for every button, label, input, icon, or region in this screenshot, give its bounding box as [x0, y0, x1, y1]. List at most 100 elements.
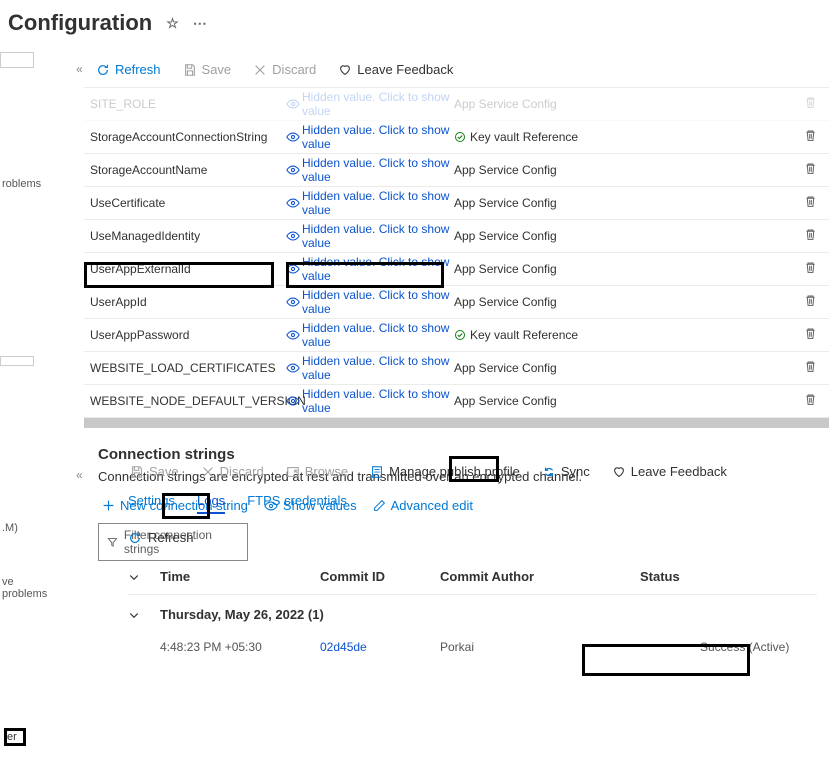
- setting-row[interactable]: UserAppIdHidden value. Click to show val…: [84, 286, 829, 319]
- commit-id-column-header[interactable]: Commit ID: [320, 569, 440, 584]
- browse-icon: [286, 465, 300, 479]
- log-time: 4:48:23 PM +05:30: [160, 640, 320, 654]
- deploy-toolbar: Save Discard Browse Manage publish profi…: [84, 454, 829, 489]
- log-status: Success (Active): [640, 640, 817, 654]
- hidden-value-link[interactable]: Hidden value. Click to show value: [302, 222, 454, 250]
- setting-row[interactable]: WEBSITE_LOAD_CERTIFICATES Hidden value. C…: [84, 352, 829, 385]
- setting-name: UserAppExternalId: [86, 262, 286, 276]
- discard-icon: [253, 63, 267, 77]
- setting-row[interactable]: WEBSITE_NODE_DEFAULT_VERSION Hidden value…: [84, 385, 829, 418]
- hidden-value-link[interactable]: Hidden value. Click to show value: [302, 156, 454, 184]
- manage-publish-profile-button[interactable]: Manage publish profile: [362, 460, 528, 483]
- setting-row[interactable]: SITE_ROLEHidden value. Click to show val…: [84, 88, 829, 121]
- hidden-value-link[interactable]: Hidden value. Click to show value: [302, 354, 454, 382]
- setting-name: UseCertificate: [86, 196, 286, 210]
- commit-author-column-header[interactable]: Commit Author: [440, 569, 640, 584]
- eye-icon[interactable]: [286, 361, 300, 375]
- eye-icon[interactable]: [286, 97, 300, 111]
- sidebar-item[interactable]: .M): [0, 522, 38, 534]
- left-sidebar-fragment: roblems .M) ve problems: [0, 52, 38, 772]
- sync-icon: [542, 465, 556, 479]
- setting-source: App Service Config: [454, 394, 774, 408]
- setting-row[interactable]: UserAppPasswordHidden value. Click to sh…: [84, 319, 829, 352]
- expand-column-header[interactable]: [128, 571, 160, 583]
- delete-icon[interactable]: [804, 360, 817, 373]
- delete-icon[interactable]: [804, 195, 817, 208]
- setting-source: Key vault Reference: [454, 328, 774, 342]
- leave-feedback-button[interactable]: Leave Feedback: [330, 58, 461, 81]
- browse-button: Browse: [278, 460, 356, 483]
- collapse-left-icon[interactable]: «: [70, 464, 89, 486]
- delete-icon[interactable]: [804, 393, 817, 406]
- delete-icon[interactable]: [804, 261, 817, 274]
- setting-source: App Service Config: [454, 229, 774, 243]
- log-commit-id[interactable]: 02d45de: [320, 640, 440, 654]
- sidebar-stub-box: [0, 356, 34, 366]
- setting-row[interactable]: UserAppExternalId Hidden value. Click to …: [84, 253, 829, 286]
- page-title: Configuration: [8, 10, 152, 36]
- eye-icon[interactable]: [286, 130, 300, 144]
- delete-icon[interactable]: [804, 228, 817, 241]
- hidden-value-link[interactable]: Hidden value. Click to show value: [302, 90, 454, 118]
- sidebar-bottom-item[interactable]: er: [4, 728, 26, 746]
- delete-icon[interactable]: [804, 327, 817, 340]
- sidebar-item[interactable]: roblems: [0, 178, 38, 190]
- chevron-down-icon: [128, 571, 140, 583]
- setting-name: StorageAccountName: [86, 163, 286, 177]
- setting-source: App Service Config: [454, 196, 774, 210]
- setting-name: WEBSITE_NODE_DEFAULT_VERSION: [86, 394, 286, 408]
- tab-logs[interactable]: Logs: [197, 493, 225, 514]
- hidden-value-link[interactable]: Hidden value. Click to show value: [302, 123, 454, 151]
- eye-icon[interactable]: [286, 295, 300, 309]
- scrollbar-track[interactable]: [84, 418, 829, 428]
- eye-icon[interactable]: [286, 328, 300, 342]
- eye-icon[interactable]: [286, 163, 300, 177]
- save-button: Save: [175, 58, 240, 81]
- leave-feedback-button[interactable]: Leave Feedback: [604, 460, 735, 483]
- save-icon: [130, 465, 144, 479]
- sidebar-item[interactable]: ve problems: [0, 576, 38, 600]
- hidden-value-link[interactable]: Hidden value. Click to show value: [302, 321, 454, 349]
- time-column-header[interactable]: Time: [160, 569, 320, 584]
- check-icon: [454, 131, 466, 143]
- hidden-value-link[interactable]: Hidden value. Click to show value: [302, 387, 454, 415]
- eye-icon[interactable]: [286, 394, 300, 408]
- setting-row[interactable]: UseCertificate Hidden value. Click to sho…: [84, 187, 829, 220]
- setting-source: App Service Config: [454, 295, 774, 309]
- heart-icon: [338, 63, 352, 77]
- log-row[interactable]: 4:48:23 PM +05:30 02d45de Porkai Success…: [128, 632, 817, 662]
- logs-refresh-button[interactable]: Refresh: [84, 522, 829, 559]
- delete-icon[interactable]: [804, 294, 817, 307]
- deploy-tabs: Settings Logs FTPS credentials: [84, 489, 829, 522]
- setting-source: App Service Config: [454, 262, 774, 276]
- refresh-icon: [96, 63, 110, 77]
- app-settings-grid: SITE_ROLEHidden value. Click to show val…: [84, 87, 829, 418]
- star-icon[interactable]: ☆: [166, 15, 179, 32]
- eye-icon[interactable]: [286, 262, 300, 276]
- collapse-left-icon[interactable]: «: [70, 58, 89, 80]
- delete-icon[interactable]: [804, 96, 817, 109]
- status-column-header[interactable]: Status: [640, 569, 817, 584]
- setting-source: App Service Config: [454, 97, 774, 111]
- discard-icon: [201, 465, 215, 479]
- setting-row[interactable]: StorageAccountConnectionString Hidden val…: [84, 121, 829, 154]
- delete-icon[interactable]: [804, 162, 817, 175]
- eye-icon[interactable]: [286, 196, 300, 210]
- delete-icon[interactable]: [804, 129, 817, 142]
- refresh-button[interactable]: Refresh: [88, 58, 169, 81]
- hidden-value-link[interactable]: Hidden value. Click to show value: [302, 189, 454, 217]
- tab-settings[interactable]: Settings: [128, 493, 175, 514]
- hidden-value-link[interactable]: Hidden value. Click to show value: [302, 288, 454, 316]
- hidden-value-link[interactable]: Hidden value. Click to show value: [302, 255, 454, 283]
- log-date-group[interactable]: Thursday, May 26, 2022 (1): [128, 595, 817, 632]
- deployment-center-panel: « Save Discard Browse Manage publish pro…: [84, 454, 829, 662]
- more-icon[interactable]: ⋯: [193, 15, 207, 32]
- tab-ftps-credentials[interactable]: FTPS credentials: [247, 493, 347, 514]
- setting-row[interactable]: StorageAccountName Hidden value. Click to…: [84, 154, 829, 187]
- setting-name: WEBSITE_LOAD_CERTIFICATES: [86, 361, 286, 375]
- sync-button[interactable]: Sync: [534, 460, 598, 483]
- eye-icon[interactable]: [286, 229, 300, 243]
- setting-row[interactable]: UseManagedIdentityHidden value. Click to…: [84, 220, 829, 253]
- save-icon: [183, 63, 197, 77]
- setting-name: StorageAccountConnectionString: [86, 130, 286, 144]
